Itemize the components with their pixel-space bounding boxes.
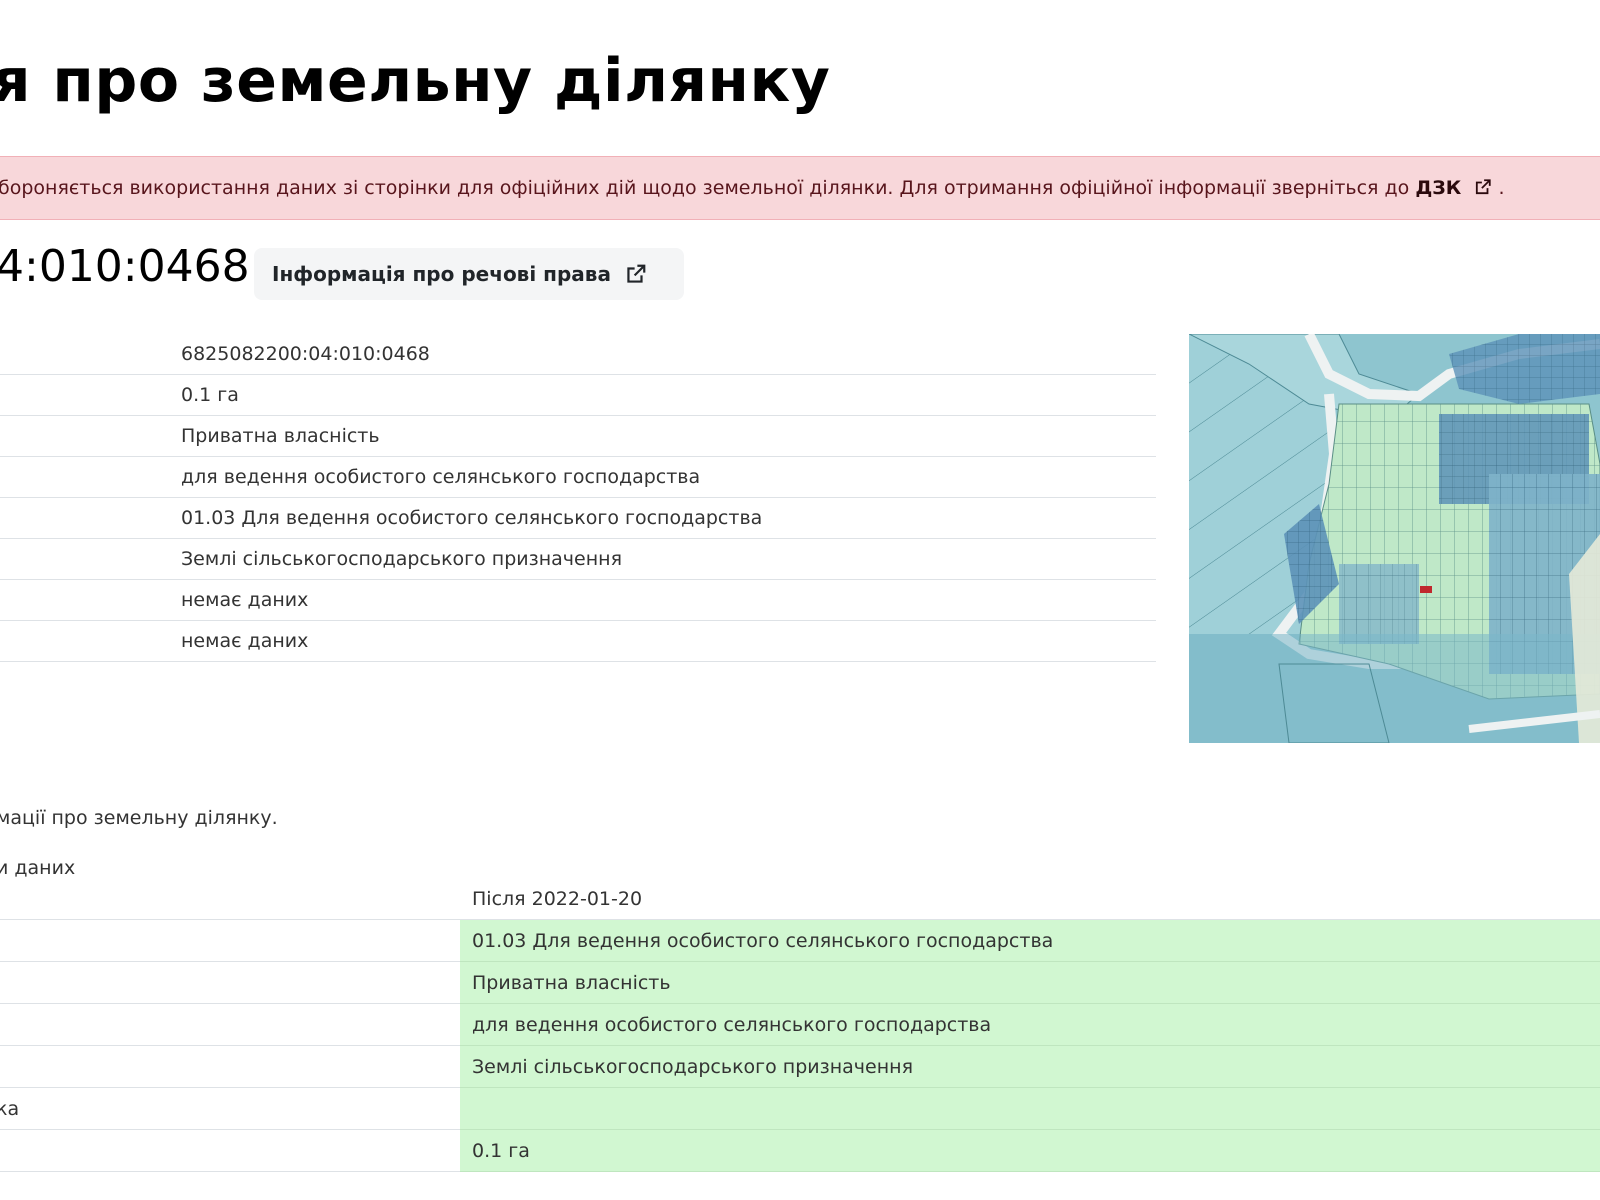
- external-link-icon: [1475, 179, 1491, 195]
- history-row: Приватна власність: [0, 962, 1600, 1004]
- info-row-cadastral: 6825082200:04:010:0468: [0, 334, 1156, 375]
- page: я про земельну ділянку бороняється викор…: [0, 0, 1600, 1200]
- property-rights-label: Інформація про речові права: [272, 262, 611, 286]
- warning-alert: бороняється використання даних зі сторін…: [0, 156, 1600, 220]
- info-row-category: Землі сільськогосподарського призначення: [0, 539, 1156, 580]
- selected-parcel-marker: [1420, 586, 1432, 593]
- alert-suffix: .: [1498, 177, 1505, 199]
- external-link-icon: [627, 264, 646, 283]
- property-rights-button[interactable]: Інформація про речові права: [254, 248, 684, 300]
- map-graphic: [1189, 334, 1600, 743]
- column-after-header: Після 2022-01-20: [472, 888, 643, 910]
- info-row-purpose-code: 01.03 Для ведення особистого селянського…: [0, 498, 1156, 539]
- dzk-link[interactable]: ДЗК: [1415, 177, 1498, 199]
- info-row-area: 0.1 га: [0, 375, 1156, 416]
- info-row-purpose: для ведення особистого селянського госпо…: [0, 457, 1156, 498]
- info-row-no-data-2: немає даних: [0, 621, 1156, 662]
- cadastral-number: 4:010:0468: [0, 241, 250, 292]
- history-note: мації про земельну ділянку.: [0, 807, 278, 829]
- history-row: 01.03 Для ведення особистого селянського…: [0, 920, 1600, 962]
- alert-text: бороняється використання даних зі сторін…: [0, 177, 1410, 199]
- history-label: и даних: [0, 857, 76, 879]
- dzk-link-label: ДЗК: [1415, 177, 1462, 199]
- history-row: ка: [0, 1088, 1600, 1130]
- history-table: Після 2022-01-20 01.03 Для ведення особи…: [0, 878, 1600, 1172]
- page-title: я про земельну ділянку: [0, 46, 831, 116]
- info-row-no-data-1: немає даних: [0, 580, 1156, 621]
- history-row: для ведення особистого селянського госпо…: [0, 1004, 1600, 1046]
- info-row-ownership: Приватна власність: [0, 416, 1156, 457]
- history-header-row: Після 2022-01-20: [0, 878, 1600, 920]
- history-row: Землі сільськогосподарського призначення: [0, 1046, 1600, 1088]
- parcel-info-table: 6825082200:04:010:0468 0.1 га Приватна в…: [0, 334, 1156, 662]
- history-row: 0.1 га: [0, 1130, 1600, 1172]
- parcel-map[interactable]: [1189, 334, 1600, 743]
